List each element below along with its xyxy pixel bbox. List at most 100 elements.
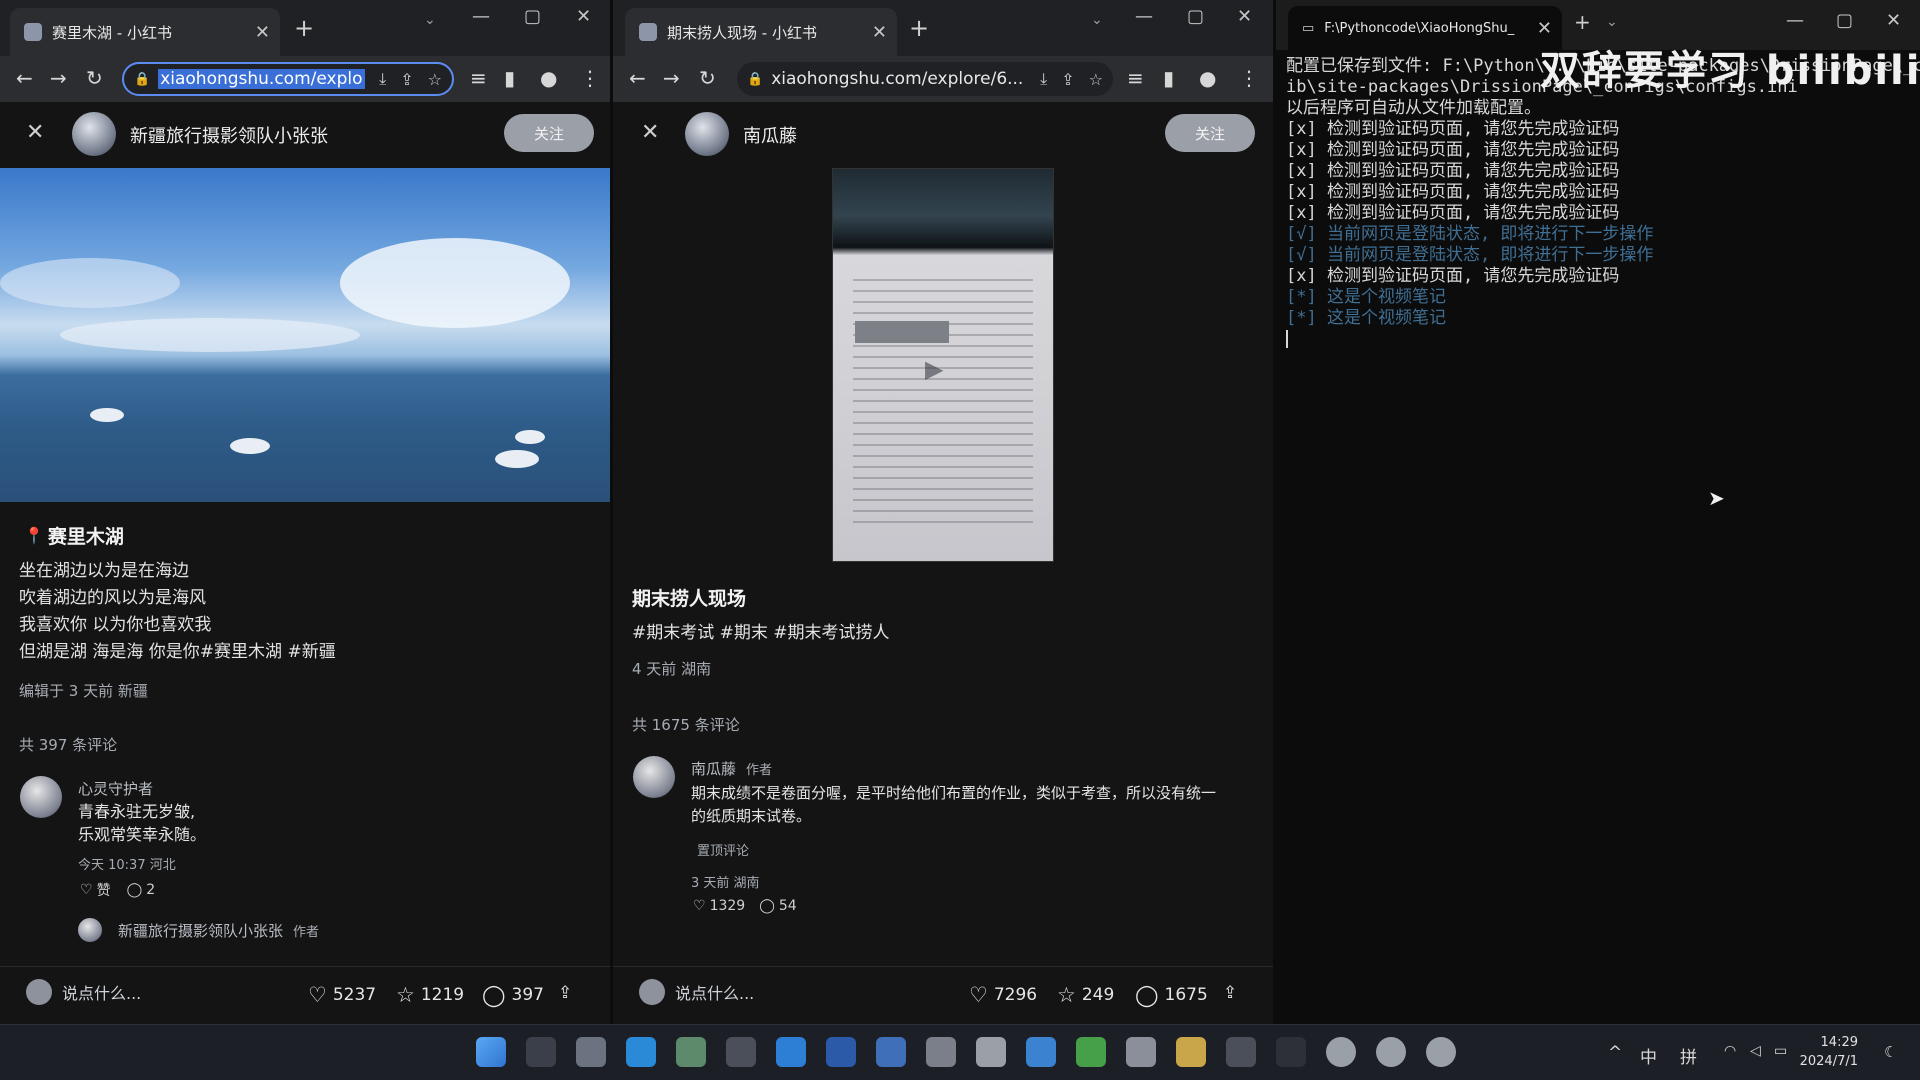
notes-app-icon[interactable] <box>676 1037 706 1067</box>
likes-count[interactable]: ♡ 5237 <box>308 983 376 1007</box>
copy-app-icon[interactable] <box>876 1037 906 1067</box>
close-tab-icon[interactable]: ✕ <box>1537 18 1552 39</box>
maximize-icon[interactable]: ▢ <box>1836 10 1853 31</box>
like-icon[interactable]: ♡ <box>80 882 93 898</box>
close-tab-icon[interactable]: ✕ <box>255 22 270 43</box>
reply-author-name[interactable]: 新疆旅行摄影领队小张张 <box>118 920 283 941</box>
forward-icon[interactable]: → <box>50 66 67 90</box>
address-bar[interactable]: 🔒 xiaohongshu.com/explo ⤓ ⇪ ☆ <box>122 62 454 96</box>
pycharm-icon[interactable] <box>1126 1037 1156 1067</box>
browser-tab[interactable]: 赛里木湖 - 小红书 ✕ <box>10 8 280 56</box>
tab-search-icon[interactable]: ⌄ <box>1091 12 1103 28</box>
vscode-icon[interactable] <box>776 1037 806 1067</box>
share-icon[interactable]: ⇪ <box>1223 983 1237 1003</box>
comment-likes[interactable]: 1329 <box>710 898 746 914</box>
task-view-icon[interactable] <box>576 1037 606 1067</box>
word-icon[interactable] <box>826 1037 856 1067</box>
share-icon[interactable]: ⇪ <box>1061 70 1074 89</box>
reload-icon[interactable]: ↻ <box>699 66 716 90</box>
commenter-avatar[interactable] <box>20 776 62 818</box>
close-window-icon[interactable]: ✕ <box>1237 6 1252 27</box>
install-icon[interactable]: ⤓ <box>379 69 386 89</box>
check-app-icon[interactable] <box>1026 1037 1056 1067</box>
search-app-icon[interactable] <box>1226 1037 1256 1067</box>
follow-button[interactable]: 关注 <box>504 114 594 152</box>
maximize-icon[interactable]: ▢ <box>1187 6 1204 27</box>
tab-search-icon[interactable]: ⌄ <box>424 12 436 28</box>
back-icon[interactable]: ← <box>16 66 33 90</box>
close-tab-icon[interactable]: ✕ <box>872 22 887 43</box>
comment-input[interactable]: 说点什么... <box>639 979 754 1005</box>
edge-icon[interactable] <box>626 1037 656 1067</box>
wifi-icon[interactable]: ◠ <box>1724 1043 1736 1059</box>
close-note-icon[interactable]: ✕ <box>641 120 659 145</box>
chrome-icon[interactable] <box>1376 1037 1406 1067</box>
share-icon[interactable]: ⇪ <box>558 983 572 1003</box>
collects-count[interactable]: ☆ 1219 <box>396 983 464 1007</box>
url-text[interactable]: xiaohongshu.com/explore/6... <box>771 69 1026 89</box>
explorer-icon[interactable] <box>1176 1037 1206 1067</box>
author-name[interactable]: 新疆旅行摄影领队小张张 <box>130 122 328 148</box>
like-label[interactable]: 赞 <box>97 880 111 900</box>
url-text[interactable]: xiaohongshu.com/explo <box>158 69 366 89</box>
system-clock[interactable]: 14:29 2024/7/1 <box>1800 1033 1858 1071</box>
start-icon[interactable] <box>476 1037 506 1067</box>
new-tab-icon[interactable]: + <box>294 14 314 42</box>
share-icon[interactable]: ⇪ <box>400 70 413 89</box>
tray-overflow-icon[interactable]: ^ <box>1608 1043 1622 1063</box>
reply-icon[interactable]: ◯ <box>759 898 775 914</box>
like-icon[interactable]: ♡ <box>693 898 706 914</box>
comment-input[interactable]: 说点什么... <box>26 979 141 1005</box>
new-tab-icon[interactable]: + <box>1574 10 1591 34</box>
profile-icon[interactable]: ● <box>1199 66 1216 90</box>
video-thumbnail[interactable]: ▶ <box>832 168 1054 562</box>
commenter-name[interactable]: 南瓜藤 <box>691 758 736 779</box>
minimize-icon[interactable]: — <box>1135 6 1153 27</box>
ime-language[interactable]: 中 <box>1640 1043 1657 1068</box>
terminal-tab[interactable]: ▭ F:\Pythoncode\XiaoHongShu_ ✕ <box>1288 6 1562 50</box>
author-avatar[interactable] <box>72 112 116 156</box>
collects-count[interactable]: ☆ 249 <box>1057 983 1114 1007</box>
side-panel-icon[interactable]: ▮ <box>1163 66 1174 90</box>
battery-icon[interactable]: ▭ <box>1774 1043 1787 1059</box>
menu-icon[interactable]: ⋮ <box>580 66 600 90</box>
comments-count[interactable]: ◯ 397 <box>482 983 544 1007</box>
likes-count[interactable]: ♡ 7296 <box>969 983 1037 1007</box>
terminal-app-icon[interactable] <box>1276 1037 1306 1067</box>
volume-icon[interactable]: ◁ <box>1750 1043 1761 1059</box>
author-avatar[interactable] <box>685 112 729 156</box>
browser-tab[interactable]: 期末捞人现场 - 小红书 ✕ <box>625 8 897 56</box>
reading-list-icon[interactable]: ≡ <box>470 66 487 90</box>
chrome-icon[interactable] <box>1426 1037 1456 1067</box>
comment-replies[interactable]: 54 <box>779 898 797 914</box>
obs-icon[interactable] <box>726 1037 756 1067</box>
play-icon[interactable]: ▶ <box>925 355 943 383</box>
minimize-icon[interactable]: — <box>472 6 490 27</box>
author-name[interactable]: 南瓜藤 <box>743 122 797 148</box>
address-bar[interactable]: 🔒 xiaohongshu.com/explore/6... ⤓ ⇪ ☆ <box>737 62 1113 96</box>
close-window-icon[interactable]: ✕ <box>576 6 591 27</box>
profile-icon[interactable]: ● <box>540 66 557 90</box>
commenter-name[interactable]: 心灵守护者 <box>78 778 153 799</box>
reload-icon[interactable]: ↻ <box>86 66 103 90</box>
close-window-icon[interactable]: ✕ <box>1886 10 1901 31</box>
note-tags[interactable]: #期末考试 #期末 #期末考试捞人 <box>632 620 890 647</box>
minimize-icon[interactable]: — <box>1786 10 1804 31</box>
terminal-output[interactable]: 配置已保存到文件: F:\Python\...\Lib\site-package… <box>1276 50 1920 1024</box>
chrome-icon[interactable] <box>1326 1037 1356 1067</box>
wechat-icon[interactable] <box>1076 1037 1106 1067</box>
search-icon[interactable] <box>526 1037 556 1067</box>
follow-button[interactable]: 关注 <box>1165 114 1255 152</box>
reply-avatar[interactable] <box>78 918 102 942</box>
forward-icon[interactable]: → <box>663 66 680 90</box>
new-tab-icon[interactable]: + <box>909 14 929 42</box>
reply-icon[interactable]: ◯ <box>127 882 143 898</box>
notification-icon[interactable]: ☾ <box>1884 1043 1897 1061</box>
store-icon[interactable] <box>976 1037 1006 1067</box>
install-icon[interactable]: ⤓ <box>1040 69 1047 89</box>
back-icon[interactable]: ← <box>629 66 646 90</box>
side-panel-icon[interactable]: ▮ <box>504 66 515 90</box>
maximize-icon[interactable]: ▢ <box>524 6 541 27</box>
reply-count[interactable]: 2 <box>146 882 155 898</box>
comments-count[interactable]: ◯ 1675 <box>1135 983 1208 1007</box>
